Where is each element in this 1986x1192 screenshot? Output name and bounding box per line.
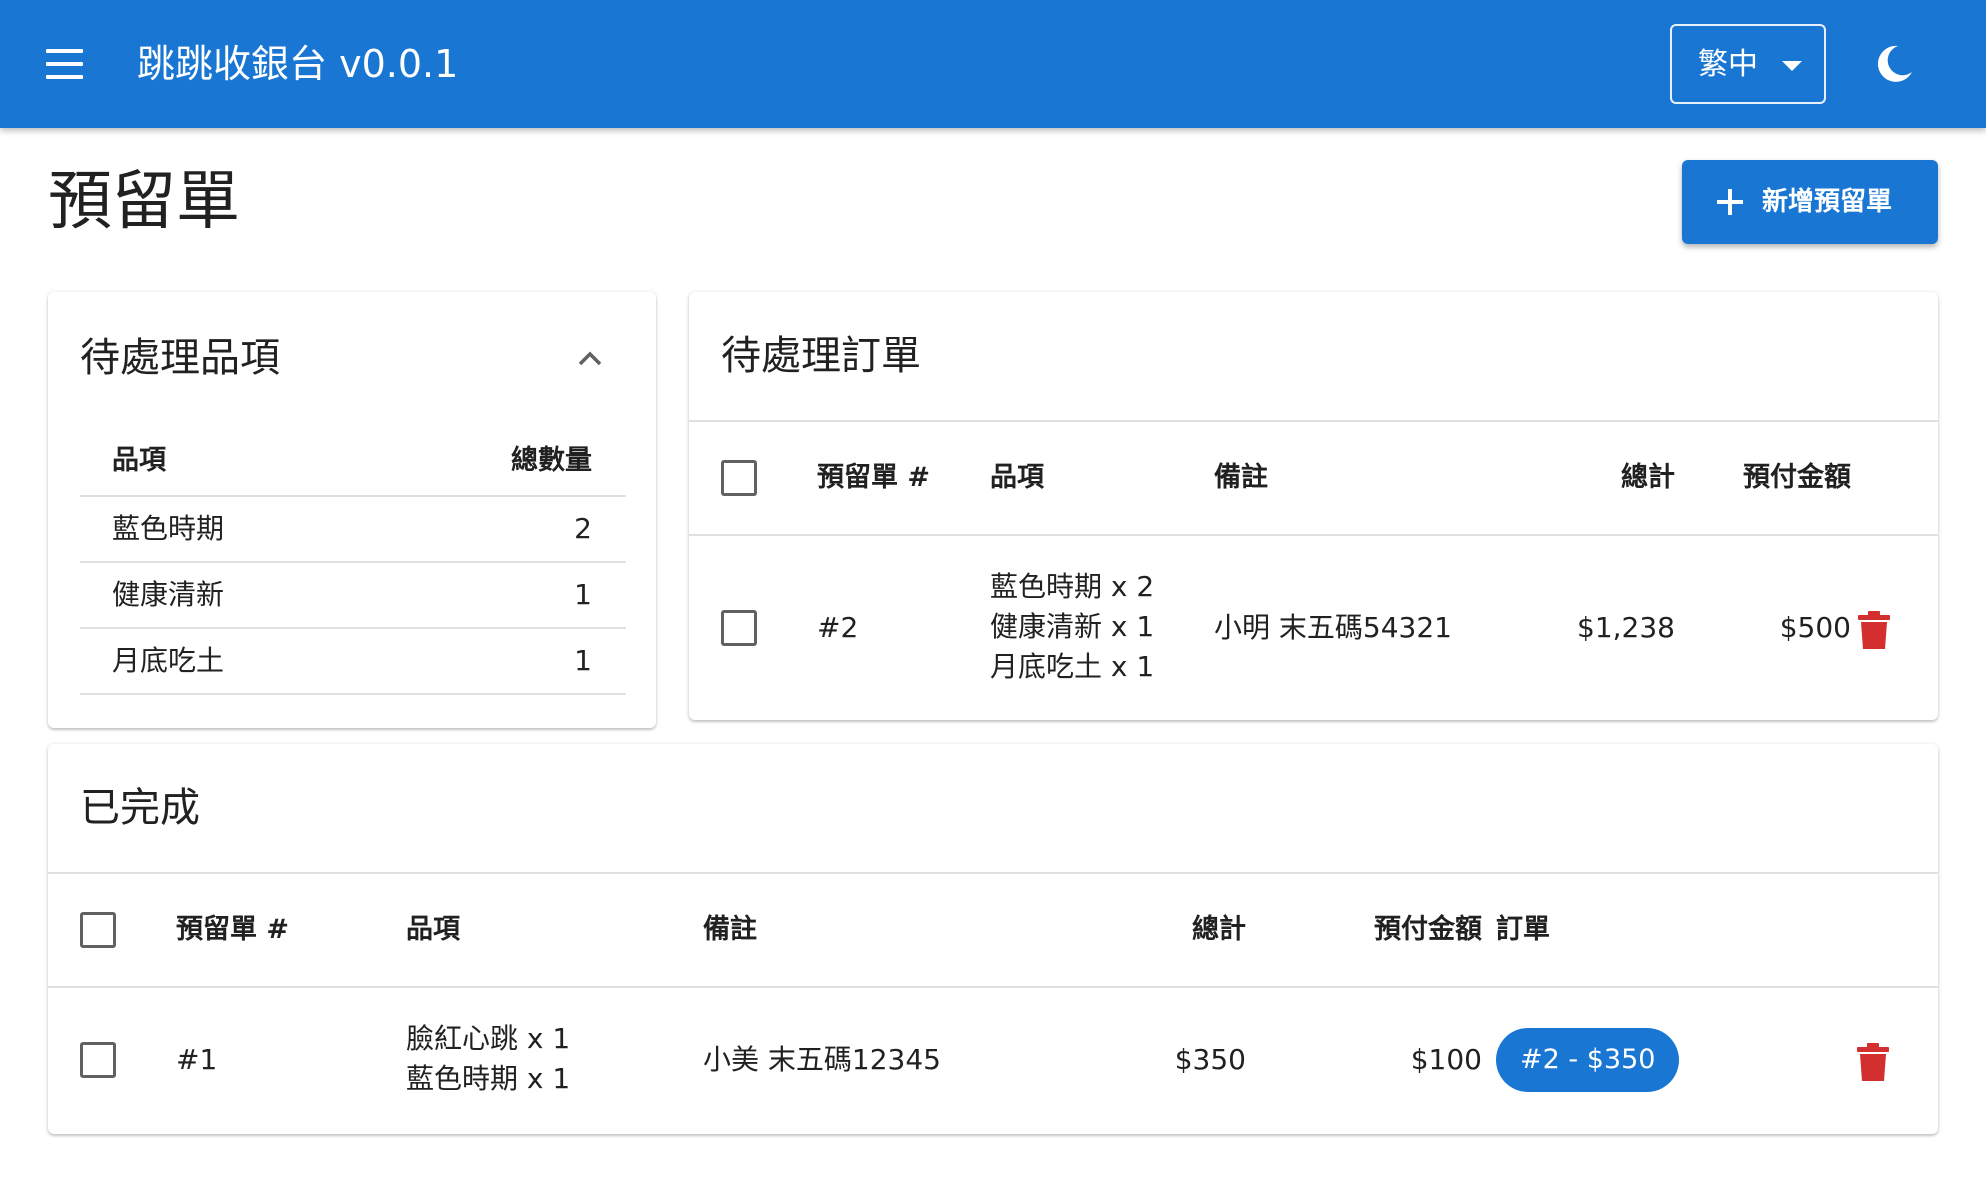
language-select-value: 繁中 — [1698, 47, 1758, 82]
completed-title: 已完成 — [80, 785, 200, 831]
order-item: 健康清新 x 1 — [990, 610, 1155, 643]
add-reservation-button[interactable]: 新增預留單 — [1682, 160, 1938, 244]
pending-orders-title: 待處理訂單 — [721, 333, 921, 379]
column-header-items: 品項 — [990, 462, 1044, 493]
select-all-checkbox[interactable] — [721, 460, 757, 496]
pending-orders-card: 待處理訂單 預留單 # 品項 備註 總計 預付金額 #2 藍色時期 x 2 健康… — [689, 292, 1938, 720]
item-qty: 1 — [574, 644, 592, 677]
divider — [689, 534, 1938, 536]
reservation-id: #1 — [176, 1043, 218, 1076]
divider — [48, 872, 1938, 874]
item-name: 月底吃土 — [112, 644, 225, 677]
menu-icon-bar — [46, 62, 83, 66]
divider — [48, 986, 1938, 988]
order-prepaid: $100 — [1410, 1043, 1482, 1076]
divider — [80, 693, 626, 695]
column-header-reservation-id: 預留單 # — [176, 914, 290, 945]
divider — [689, 420, 1938, 422]
column-header-prepaid: 預付金額 — [1374, 914, 1482, 945]
column-header-total: 總計 — [1621, 462, 1675, 493]
column-header-prepaid: 預付金額 — [1743, 462, 1851, 493]
app-bar: 跳跳收銀台 v0.0.1 繁中 — [0, 0, 1986, 128]
menu-icon — [46, 49, 83, 53]
item-name: 健康清新 — [112, 578, 225, 611]
pending-items-title: 待處理品項 — [80, 335, 280, 381]
order-prepaid: $500 — [1779, 611, 1851, 644]
order-item: 藍色時期 x 1 — [406, 1062, 571, 1095]
order-item: 藍色時期 x 2 — [990, 570, 1155, 603]
divider — [80, 561, 626, 563]
order-total: $350 — [1174, 1043, 1246, 1076]
row-checkbox[interactable] — [721, 610, 757, 646]
menu-button[interactable] — [34, 34, 94, 94]
order-item: 臉紅心跳 x 1 — [406, 1022, 571, 1055]
completed-card: 已完成 預留單 # 品項 備註 總計 預付金額 訂單 #1 臉紅心跳 x 1 藍… — [48, 744, 1938, 1134]
column-header-note: 備註 — [703, 914, 757, 945]
menu-icon-bar — [46, 75, 83, 79]
add-reservation-label: 新增預留單 — [1762, 187, 1893, 217]
language-select[interactable]: 繁中 — [1670, 24, 1826, 104]
divider — [80, 627, 626, 629]
delete-icon[interactable] — [1857, 610, 1891, 650]
theme-toggle-button[interactable] — [1870, 40, 1918, 88]
page-title: 預留單 — [48, 165, 240, 239]
order-note: 小明 末五碼54321 — [1214, 611, 1452, 644]
row-checkbox[interactable] — [80, 1042, 116, 1078]
column-header-item: 品項 — [112, 445, 166, 476]
column-header-total-qty: 總數量 — [511, 445, 592, 476]
app-title: 跳跳收銀台 v0.0.1 — [137, 42, 459, 86]
item-qty: 2 — [574, 512, 592, 545]
order-note: 小美 末五碼12345 — [703, 1043, 941, 1076]
item-qty: 1 — [574, 578, 592, 611]
column-header-reservation-id: 預留單 # — [817, 462, 931, 493]
plus-icon — [1717, 189, 1743, 215]
item-name: 藍色時期 — [112, 512, 225, 545]
column-header-order: 訂單 — [1496, 914, 1550, 945]
linked-order-chip[interactable]: #2 - $350 — [1496, 1028, 1680, 1092]
column-header-total: 總計 — [1192, 914, 1246, 945]
moon-icon — [1877, 45, 1912, 82]
delete-icon[interactable] — [1856, 1042, 1890, 1082]
chevron-down-icon — [1782, 61, 1802, 71]
column-header-items: 品項 — [406, 914, 460, 945]
order-total: $1,238 — [1577, 611, 1675, 644]
column-header-note: 備註 — [1214, 462, 1268, 493]
select-all-checkbox[interactable] — [80, 912, 116, 948]
reservation-id: #2 — [817, 611, 859, 644]
divider — [80, 495, 626, 497]
order-item: 月底吃土 x 1 — [990, 650, 1155, 683]
pending-items-card: 待處理品項 品項 總數量 藍色時期 2 健康清新 1 月底吃土 1 — [48, 292, 656, 728]
chevron-up-icon[interactable] — [570, 338, 610, 378]
